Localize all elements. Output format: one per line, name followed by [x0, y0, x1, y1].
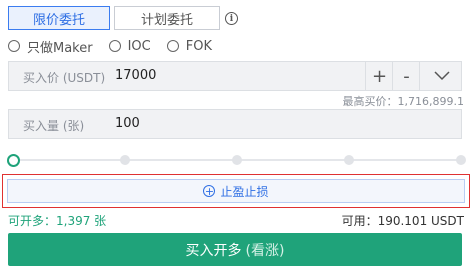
- buy-button-sub: (看涨): [245, 242, 285, 259]
- price-dropdown-button[interactable]: [419, 62, 463, 90]
- plus-circle-icon: +: [203, 184, 216, 198]
- buy-button-label: 买入开多: [185, 242, 242, 259]
- tab-plan-order-label: 计划委托: [140, 12, 193, 28]
- price-input-value[interactable]: 17000: [115, 68, 156, 83]
- slider-stop-50[interactable]: [232, 155, 242, 165]
- available-balance: 可用：190.101 USDT: [341, 214, 464, 228]
- amount-input-value[interactable]: 100: [115, 116, 140, 131]
- tpsl-label: 止盈止损: [220, 184, 269, 199]
- tab-plan-order[interactable]: 计划委托: [114, 6, 220, 30]
- tpsl-highlight: + 止盈止损: [2, 174, 470, 208]
- slider-stop-25[interactable]: [120, 155, 130, 165]
- radio-circle-icon: [8, 40, 20, 52]
- open-long-quantity: 可开多：1,397 张: [8, 214, 107, 228]
- radio-ioc[interactable]: IOC: [108, 38, 151, 54]
- tab-limit-order[interactable]: 限价委托: [8, 6, 110, 30]
- amount-slider-handle[interactable]: [7, 154, 20, 167]
- radio-maker-only[interactable]: 只做Maker: [8, 37, 93, 56]
- price-increase-button[interactable]: +: [365, 62, 393, 90]
- radio-circle-icon: [166, 40, 179, 52]
- tab-limit-order-label: 限价委托: [32, 12, 85, 28]
- amount-input[interactable]: 买入量 (张) 100: [8, 109, 462, 139]
- amount-input-label: 买入量 (张): [23, 119, 85, 133]
- radio-ioc-label: IOC: [127, 38, 151, 54]
- tpsl-button[interactable]: + 止盈止损: [7, 179, 465, 203]
- price-decrease-button[interactable]: -: [392, 62, 420, 90]
- buy-open-long-button[interactable]: 买入开多 (看涨): [8, 233, 462, 266]
- price-input-label: 买入价 (USDT): [23, 71, 106, 85]
- order-options: 只做Maker IOC FOK: [8, 36, 228, 56]
- slider-stop-100[interactable]: [456, 155, 466, 165]
- slider-stop-75[interactable]: [344, 155, 354, 165]
- radio-fok-label: FOK: [185, 38, 212, 54]
- info-icon[interactable]: i: [225, 12, 238, 25]
- max-bid-price: 最高买价：1,716,899.1: [342, 95, 464, 108]
- radio-circle-icon: [108, 40, 121, 52]
- order-panel: 限价委托 计划委托 i 只做Maker IOC FOK 买入价 (USDT) 1…: [0, 0, 474, 270]
- radio-fok[interactable]: FOK: [166, 38, 212, 54]
- chevron-down-icon: [433, 71, 450, 81]
- price-input[interactable]: 买入价 (USDT) 17000 + -: [8, 61, 462, 91]
- radio-maker-only-label: 只做Maker: [27, 40, 93, 56]
